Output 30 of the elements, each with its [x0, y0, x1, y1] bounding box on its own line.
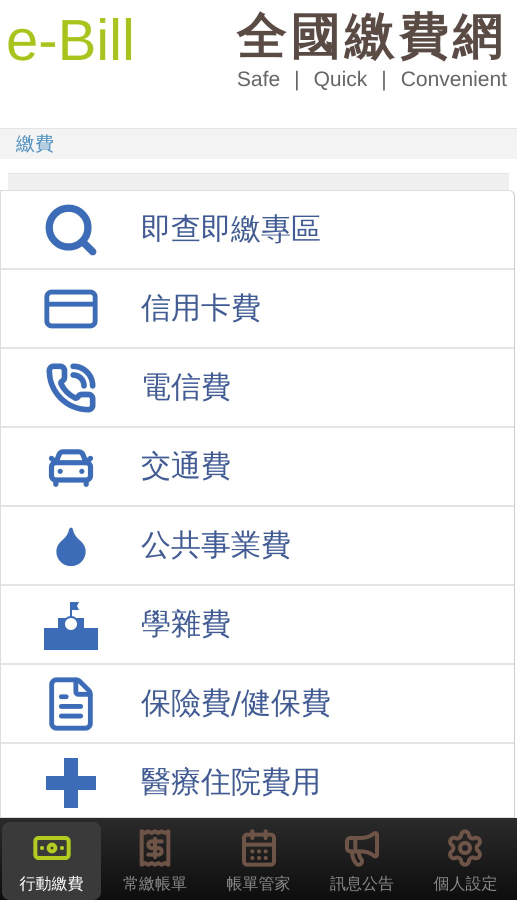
school-icon: [44, 600, 98, 650]
menu-item[interactable]: 即查即繳專區: [1, 191, 514, 270]
menu-item-label: 交通費: [141, 448, 231, 486]
tagline-word: |: [381, 68, 387, 92]
tagline-word: Quick: [314, 68, 368, 92]
menu-item-label: 學雜費: [141, 606, 231, 644]
menu-item-label: 信用卡費: [141, 290, 261, 328]
tagline-word: |: [294, 68, 300, 92]
menu-item[interactable]: 公共事業費: [1, 507, 514, 586]
tagline-word: Safe: [236, 68, 280, 92]
menu-item[interactable]: 保險費/健保費: [1, 665, 514, 744]
site-title: 全國繳費網: [237, 8, 507, 66]
logo: e-Bill: [6, 12, 135, 70]
tab[interactable]: 常繳帳單: [105, 822, 205, 900]
menu-item-label: 即查即繳專區: [141, 211, 321, 249]
phone-call-icon: [45, 362, 97, 414]
menu-item[interactable]: 信用卡費: [1, 270, 514, 349]
menu-item-label: 醫療住院費用: [141, 764, 321, 802]
tab[interactable]: 帳單管家: [208, 822, 308, 900]
menu-item-label: 保險費/健保費: [141, 685, 332, 723]
tagline-word: Convenient: [400, 68, 507, 92]
menu-item[interactable]: 電信費: [1, 349, 514, 428]
cross-icon: [46, 758, 96, 808]
tab[interactable]: 個人設定: [416, 822, 516, 900]
tab[interactable]: 訊息公告: [312, 822, 412, 900]
menu-item[interactable]: 交通費: [1, 428, 514, 507]
tab[interactable]: 行動繳費: [2, 822, 102, 900]
menu-item[interactable]: 學雜費: [1, 586, 514, 665]
menu-item-label: 公共事業費: [141, 527, 291, 565]
menu-item-label: 電信費: [141, 369, 231, 407]
